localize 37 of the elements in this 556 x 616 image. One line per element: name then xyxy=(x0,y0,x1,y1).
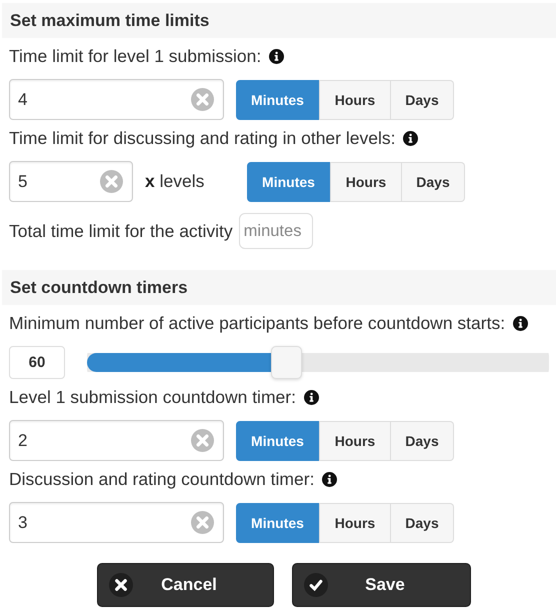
unit-toggle[interactable]: Days xyxy=(391,502,454,542)
unit-toggle[interactable]: Minutes xyxy=(236,80,319,120)
info-icon[interactable] xyxy=(513,316,528,330)
unit-toggle[interactable]: Hours xyxy=(319,502,391,542)
number-field[interactable]: 2 xyxy=(9,420,224,461)
minutes-field[interactable]: minutes xyxy=(238,213,313,249)
close-icon xyxy=(109,573,133,597)
field-label: Level 1 submission countdown timer: xyxy=(9,386,296,408)
field-label: Total time limit for the activity xyxy=(9,220,233,242)
info-icon[interactable] xyxy=(322,472,338,486)
info-icon[interactable] xyxy=(304,390,319,404)
unit-toggle[interactable]: Days xyxy=(402,162,465,202)
slider-thumb[interactable] xyxy=(270,346,302,378)
field-label: Time limit for discussing and rating in other levels: xyxy=(9,128,396,148)
unit-toggle[interactable]: Minutes xyxy=(236,502,319,542)
unit-toggle[interactable]: Days xyxy=(391,80,454,120)
unit-toggle[interactable]: Minutes xyxy=(247,162,330,202)
number-field[interactable]: 4 xyxy=(9,79,224,120)
check-icon xyxy=(304,573,328,597)
section-header: Set maximum time limits xyxy=(2,3,556,38)
unit-toggle[interactable]: Hours xyxy=(330,162,402,202)
unit-toggle[interactable]: Minutes xyxy=(236,420,319,460)
field-label: Minimum number of active participants before countdown starts: xyxy=(9,312,506,334)
field-label: Time limit for level 1 submission: xyxy=(9,46,262,66)
unit-toggle[interactable]: Hours xyxy=(319,80,391,120)
info-icon[interactable] xyxy=(269,48,284,64)
count-field[interactable]: 60 xyxy=(9,346,65,378)
multiplier-label: x levels xyxy=(145,171,206,192)
number-field[interactable]: 5 xyxy=(9,161,133,202)
number-field[interactable]: 3 xyxy=(9,502,224,543)
save-button[interactable]: Save xyxy=(292,563,471,607)
unit-toggle[interactable]: Hours xyxy=(319,420,391,460)
field-label: Discussion and rating countdown timer: xyxy=(9,468,314,490)
section-header: Set countdown timers xyxy=(2,270,556,305)
info-icon[interactable] xyxy=(403,130,418,146)
cancel-button[interactable]: Cancel xyxy=(97,563,274,607)
unit-toggle[interactable]: Days xyxy=(391,420,454,460)
